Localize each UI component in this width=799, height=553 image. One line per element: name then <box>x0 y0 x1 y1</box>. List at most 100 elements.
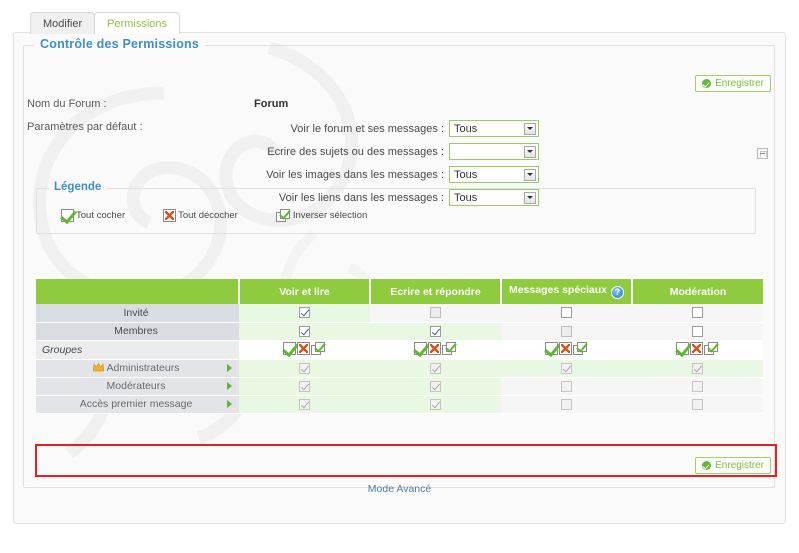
legend-invert-selection-label: Inverser sélection <box>292 210 368 221</box>
legend-box: Légende Tout cocher Tout décocher Invers… <box>36 181 756 234</box>
cell-invite-speciaux <box>501 304 632 323</box>
save-button-bottom[interactable]: Enregistrer <box>695 457 771 474</box>
cell-moderateurs-speciaux <box>501 377 632 396</box>
cell-admin-moderation <box>632 359 763 378</box>
cell-acces-speciaux <box>501 395 632 414</box>
check-all-icon[interactable] <box>414 341 427 355</box>
permissions-panel: Contrôle des Permissions Enregistrer Nom… <box>13 32 786 524</box>
check-all-icon[interactable] <box>545 341 558 355</box>
checkbox-membres-voir[interactable] <box>299 325 310 337</box>
checkbox-invite-speciaux[interactable] <box>561 307 572 319</box>
row-label-acces-premier-message[interactable]: Accès premier message <box>36 395 239 414</box>
table-row: Membres <box>36 322 763 341</box>
cell-admin-ecrire <box>370 359 501 378</box>
select-write-posts[interactable] <box>449 143 539 160</box>
uncheck-all-icon[interactable] <box>690 341 703 355</box>
help-icon[interactable]: ? <box>611 286 625 299</box>
invert-selection-icon[interactable] <box>442 341 457 355</box>
arrow-right-icon[interactable] <box>227 364 232 372</box>
page-title: Contrôle des Permissions <box>34 37 206 51</box>
tab-bar: Modifier Permissions <box>30 10 181 34</box>
legend-title: Légende <box>49 181 107 193</box>
cell-groupes-ecrire <box>370 340 501 360</box>
checkbox-acces-moderation <box>692 398 703 410</box>
row-label-moderateurs[interactable]: Modérateurs <box>36 377 239 396</box>
uncheck-all-icon[interactable] <box>559 341 572 355</box>
table-row: Groupes <box>36 340 763 360</box>
cell-moderateurs-voir <box>239 377 370 396</box>
advanced-mode-wrap: Mode Avancé <box>36 479 763 497</box>
legend-uncheck-all[interactable]: Tout décocher <box>163 209 238 222</box>
header-messages-speciaux-label: Messages spéciaux <box>508 284 608 296</box>
uncheck-all-icon[interactable] <box>297 341 310 355</box>
uncheck-all-icon[interactable] <box>163 209 177 222</box>
invert-selection-icon[interactable] <box>704 341 719 355</box>
checkbox-membres-ecrire[interactable] <box>430 325 441 337</box>
legend-check-all-label: Tout cocher <box>76 210 126 221</box>
tab-permissions[interactable]: Permissions <box>94 12 181 34</box>
cell-groupes-voir <box>239 340 370 360</box>
invert-selection-icon[interactable] <box>275 209 291 222</box>
chevron-down-icon[interactable] <box>524 168 536 181</box>
invert-selection-icon[interactable] <box>311 341 326 355</box>
check-all-icon[interactable] <box>61 209 74 222</box>
checkbox-membres-moderation[interactable] <box>692 325 703 337</box>
save-button-top[interactable]: Enregistrer <box>695 75 771 92</box>
header-voir-et-lire: Voir et lire <box>239 279 371 304</box>
checkbox-invite-ecrire[interactable] <box>430 307 441 319</box>
chevron-down-icon[interactable] <box>524 145 536 158</box>
cell-moderateurs-moderation <box>632 377 763 396</box>
cell-moderateurs-ecrire <box>370 377 501 396</box>
checkbox-moderateurs-moderation <box>692 380 703 392</box>
check-all-icon[interactable] <box>676 341 689 355</box>
permissions-table: Voir et lire Ecrire et répondre Messages… <box>36 279 763 414</box>
setting-label-view-images: Voir les images dans les messages : <box>266 168 444 181</box>
check-circle-icon <box>702 79 712 88</box>
checkbox-moderateurs-voir <box>299 380 310 392</box>
select-view-forum[interactable]: Tous <box>449 120 539 137</box>
checkbox-admin-speciaux <box>561 362 572 374</box>
group-actions-ecrire <box>414 341 457 355</box>
checkbox-acces-voir <box>299 398 310 410</box>
invert-selection-icon[interactable] <box>573 341 588 355</box>
checkbox-membres-speciaux[interactable] <box>561 325 572 337</box>
save-button-bottom-label: Enregistrer <box>715 460 764 471</box>
check-all-icon[interactable] <box>283 341 296 355</box>
group-actions-speciaux <box>545 341 588 355</box>
permissions-section: Contrôle des Permissions <box>23 37 775 488</box>
tab-modifier[interactable]: Modifier <box>30 12 96 34</box>
legend-items: Tout cocher Tout décocher Inverser sélec… <box>61 209 367 222</box>
row-label-membres: Membres <box>36 322 239 341</box>
advanced-mode-link[interactable]: Mode Avancé <box>368 483 431 495</box>
checkbox-moderateurs-speciaux <box>561 380 572 392</box>
arrow-right-icon[interactable] <box>227 400 232 408</box>
cell-membres-ecrire <box>370 322 501 341</box>
forum-name-value: Forum <box>254 98 289 110</box>
cell-admin-voir <box>239 359 370 378</box>
cell-membres-speciaux <box>501 322 632 341</box>
header-blank <box>36 279 240 304</box>
header-messages-speciaux: Messages spéciaux? <box>501 279 633 304</box>
table-row: Administrateurs <box>36 359 763 378</box>
uncheck-all-icon[interactable] <box>428 341 441 355</box>
legend-check-all[interactable]: Tout cocher <box>61 209 125 222</box>
collapse-toggle-icon[interactable] <box>757 148 768 159</box>
row-label-administrateurs[interactable]: Administrateurs <box>36 359 239 378</box>
setting-label-view-forum: Voir le forum et ses messages : <box>290 122 444 135</box>
select-view-images[interactable]: Tous <box>449 166 539 183</box>
table-row: Accès premier message <box>36 395 763 414</box>
table-header-row: Voir et lire Ecrire et répondre Messages… <box>36 279 763 304</box>
legend-uncheck-all-label: Tout décocher <box>178 210 238 221</box>
cell-acces-voir <box>239 395 370 414</box>
checkbox-admin-ecrire <box>430 362 441 374</box>
checkbox-admin-voir <box>299 362 310 374</box>
checkbox-invite-voir[interactable] <box>299 307 310 319</box>
check-circle-icon <box>702 461 712 470</box>
checkbox-invite-moderation[interactable] <box>692 307 703 319</box>
setting-row-view-forum: Voir le forum et ses messages : Tous <box>254 120 539 137</box>
cell-acces-ecrire <box>370 395 501 414</box>
chevron-down-icon[interactable] <box>524 122 536 135</box>
legend-invert-selection[interactable]: Inverser sélection <box>275 209 368 222</box>
checkbox-admin-moderation <box>692 362 703 374</box>
arrow-right-icon[interactable] <box>227 382 232 390</box>
